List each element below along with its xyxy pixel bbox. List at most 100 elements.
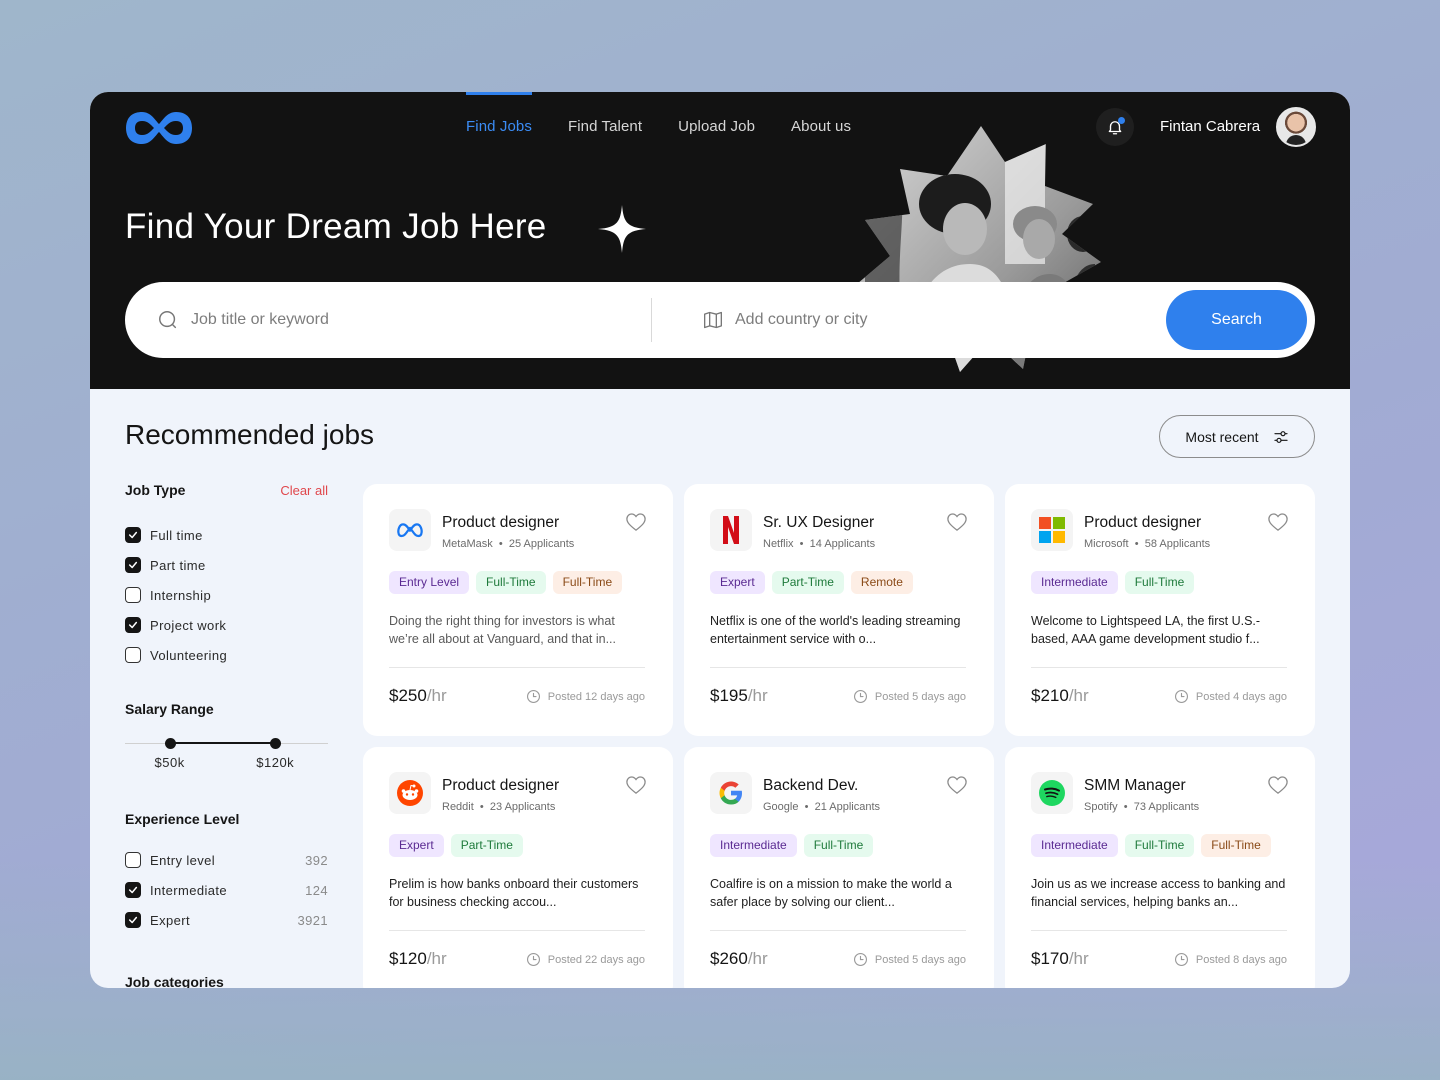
filter-option-entry-level[interactable]: Entry level 392 [125,845,328,875]
clock-icon [853,953,867,966]
company-name: Google [763,801,799,813]
filter-option-count: 124 [305,882,328,898]
salary-range-slider[interactable]: $50k $120k [125,735,328,775]
meta-logo [389,509,431,551]
job-card[interactable]: Backend Dev. Google • 21 Applicants Inte… [684,747,994,988]
job-tags: Expert Part-Time [389,834,523,857]
salary-min-label: $50k [154,755,185,770]
job-tags: Intermediate Full-Time Full-Time [1031,834,1271,857]
job-card[interactable]: Sr. UX Designer Netflix • 14 Applicants … [684,484,994,736]
checkbox[interactable] [125,587,141,603]
posted-date: Posted 8 days ago [1195,953,1287,966]
filter-option-label: Part time [150,557,206,573]
clock-icon [1174,690,1188,703]
job-meta: MetaMask • 25 Applicants [442,538,574,550]
filter-option-part-time[interactable]: Part time [125,550,328,580]
filter-option-label: Entry level [150,852,216,868]
job-tag: Entry Level [389,571,470,594]
nav-find-jobs[interactable]: Find Jobs [466,92,532,162]
posted-date: Posted 5 days ago [874,953,966,966]
rate-value: $250 [389,686,427,705]
heart-icon[interactable] [1267,775,1289,795]
job-tag: Full-Time [1124,834,1195,857]
user-avatar[interactable] [1276,107,1316,147]
nav-about-us[interactable]: About us [791,92,851,162]
location-input[interactable] [735,311,1135,329]
job-tag: Part-Time [450,834,523,857]
main-nav: Find Jobs Find Talent Upload Job About u… [466,92,887,162]
search-bar: Search [125,282,1315,358]
rate-value: $195 [710,686,748,705]
heart-icon[interactable] [946,512,968,532]
nav-find-talent[interactable]: Find Talent [568,92,642,162]
job-tag: Full-Time [803,834,874,857]
job-meta: Spotify • 73 Applicants [1084,801,1199,813]
job-card[interactable]: Product designer Reddit • 23 Applicants … [363,747,673,988]
filters-sidebar: Job Type Clear all Full time Part time Int… [125,482,328,988]
keyword-input[interactable] [191,311,591,329]
salary-max-label: $120k [256,755,295,770]
job-tag: Expert [710,571,765,594]
salary-min-handle[interactable] [164,738,176,749]
checkbox[interactable] [125,557,141,573]
job-description: Netflix is one of the world's leading st… [710,614,961,646]
posted-info: Posted 12 days ago [526,689,645,704]
filter-option-count: 392 [305,852,328,868]
heart-icon[interactable] [625,775,647,795]
filter-option-volunteering[interactable]: Volunteering [125,640,328,670]
heart-icon[interactable] [946,775,968,795]
nav-upload-job[interactable]: Upload Job [678,92,755,162]
job-title[interactable]: Product designer [442,777,559,795]
spotify-logo [1031,772,1073,814]
job-title[interactable]: SMM Manager [1084,777,1186,795]
job-tag: Intermediate [710,834,797,857]
checkbox[interactable] [125,882,141,898]
job-title[interactable]: Product designer [1084,514,1201,532]
job-rate: $120/hr [389,949,447,969]
salary-max-handle[interactable] [270,738,282,749]
card-divider [389,667,645,668]
search-button[interactable]: Search [1166,290,1307,350]
filter-option-intermediate[interactable]: Intermediate 124 [125,875,328,905]
hero-title: Find Your Dream Job Here [125,207,547,246]
job-tags: Entry Level Full-Time Full-Time [389,571,623,594]
checkbox[interactable] [125,852,141,868]
job-rate: $195/hr [710,686,768,706]
filter-option-full-time[interactable]: Full time [125,520,328,550]
card-divider [1031,930,1287,931]
card-divider [710,930,966,931]
filter-option-project-work[interactable]: Project work [125,610,328,640]
job-card[interactable]: SMM Manager Spotify • 73 Applicants Inte… [1005,747,1315,988]
checkbox[interactable] [125,527,141,543]
job-tag: Full-Time [476,571,546,594]
job-tag: Full-Time [552,571,623,594]
job-title[interactable]: Sr. UX Designer [763,514,874,532]
clear-all-link[interactable]: Clear all [280,483,328,498]
filter-option-internship[interactable]: Internship [125,580,328,610]
job-card[interactable]: Product designer MetaMask • 25 Applicant… [363,484,673,736]
job-meta: Microsoft • 58 Applicants [1084,538,1210,550]
brand-logo-icon[interactable] [124,108,194,148]
sort-button[interactable]: Most recent [1159,415,1315,458]
checkbox[interactable] [125,647,141,663]
heart-icon[interactable] [1267,512,1289,532]
company-name: Reddit [442,801,474,813]
job-title[interactable]: Product designer [442,514,559,532]
user-name[interactable]: Fintan Cabrera [1160,118,1260,135]
filter-option-expert[interactable]: Expert 3921 [125,905,328,935]
heart-icon[interactable] [625,512,647,532]
meta-separator: • [1131,538,1145,550]
job-title[interactable]: Backend Dev. [763,777,858,795]
checkbox[interactable] [125,617,141,633]
applicants-count: 23 Applicants [489,801,556,813]
job-categories-heading: Job categories [125,974,224,988]
company-name: Spotify [1084,801,1118,813]
checkbox[interactable] [125,912,141,928]
company-name: Microsoft [1084,538,1129,550]
filter-option-count: 3921 [297,912,328,928]
job-card[interactable]: Product designer Microsoft • 58 Applican… [1005,484,1315,736]
rate-value: $170 [1031,949,1069,968]
rate-unit: /hr [426,686,447,705]
job-meta: Netflix • 14 Applicants [763,538,875,550]
job-rate: $170/hr [1031,949,1089,969]
